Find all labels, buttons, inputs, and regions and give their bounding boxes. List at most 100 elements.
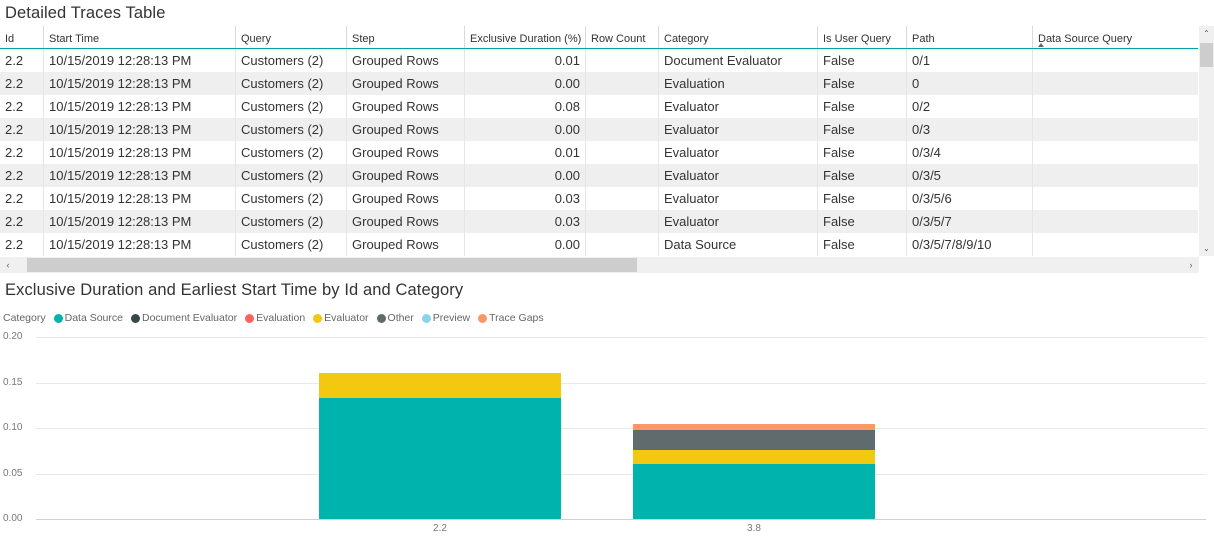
- cell-row_count: [586, 72, 659, 95]
- cell-start_time: 10/15/2019 12:28:13 PM: [44, 72, 236, 95]
- column-header-exclusive-duration[interactable]: Exclusive Duration (%): [465, 26, 586, 49]
- scroll-right-icon[interactable]: ›: [1183, 257, 1199, 273]
- cell-id: 2.2: [0, 210, 44, 233]
- cell-row_count: [586, 95, 659, 118]
- legend-item[interactable]: Other: [377, 312, 414, 324]
- column-header-start-time[interactable]: Start Time: [44, 26, 236, 49]
- column-header-row-count[interactable]: Row Count: [586, 26, 659, 49]
- column-header-label: Category: [664, 33, 709, 45]
- table-header: Id Start Time Query Step Exclusive Durat…: [0, 26, 1214, 49]
- column-header-label: Id: [5, 33, 14, 45]
- cell-id: 2.2: [0, 118, 44, 141]
- column-header-id[interactable]: Id: [0, 26, 44, 49]
- legend-label: Data Source: [65, 312, 123, 324]
- table-row[interactable]: 2.210/15/2019 12:28:13 PMCustomers (2)Gr…: [0, 141, 1214, 164]
- cell-row_count: [586, 49, 659, 73]
- cell-query: Customers (2): [236, 95, 347, 118]
- column-header-query[interactable]: Query: [236, 26, 347, 49]
- column-header-data-source-query[interactable]: Data Source Query: [1033, 26, 1214, 49]
- bar-column[interactable]: [633, 337, 875, 519]
- cell-step: Grouped Rows: [347, 187, 465, 210]
- column-header-label: Step: [352, 33, 375, 45]
- table-row[interactable]: 2.210/15/2019 12:28:13 PMCustomers (2)Gr…: [0, 72, 1214, 95]
- cell-exclusive_duration: 0.08: [465, 95, 586, 118]
- cell-category: Evaluator: [659, 164, 818, 187]
- bar-segment[interactable]: [319, 373, 561, 398]
- cell-data_source_query: [1033, 118, 1214, 141]
- table-body: 2.210/15/2019 12:28:13 PMCustomers (2)Gr…: [0, 49, 1214, 257]
- legend-label: Evaluator: [324, 312, 368, 324]
- column-header-label: Data Source Query: [1038, 33, 1132, 45]
- cell-is_user_query: False: [818, 141, 907, 164]
- column-header-category[interactable]: Category: [659, 26, 818, 49]
- legend-swatch-icon: [478, 314, 487, 323]
- cell-path: 0/2: [907, 95, 1033, 118]
- cell-data_source_query: [1033, 233, 1214, 256]
- cell-category: Evaluator: [659, 95, 818, 118]
- cell-id: 2.2: [0, 141, 44, 164]
- gridline: [36, 337, 1206, 338]
- cell-data_source_query: [1033, 187, 1214, 210]
- table-row[interactable]: 2.210/15/2019 12:28:13 PMCustomers (2)Gr…: [0, 118, 1214, 141]
- table-row[interactable]: 2.210/15/2019 12:28:13 PMCustomers (2)Gr…: [0, 49, 1214, 73]
- cell-exclusive_duration: 0.01: [465, 141, 586, 164]
- legend-item[interactable]: Trace Gaps: [478, 312, 543, 324]
- table-row[interactable]: 2.210/15/2019 12:28:13 PMCustomers (2)Gr…: [0, 164, 1214, 187]
- legend-swatch-icon: [377, 314, 386, 323]
- table-row[interactable]: 2.210/15/2019 12:28:13 PMCustomers (2)Gr…: [0, 210, 1214, 233]
- table-row[interactable]: 2.210/15/2019 12:28:13 PMCustomers (2)Gr…: [0, 187, 1214, 210]
- cell-query: Customers (2): [236, 164, 347, 187]
- bar-segment[interactable]: [633, 430, 875, 450]
- table-horizontal-scrollbar[interactable]: ‹ ›: [0, 257, 1199, 273]
- legend-item[interactable]: Evaluation: [245, 312, 305, 324]
- legend-item[interactable]: Evaluator: [313, 312, 368, 324]
- cell-path: 0/3/4: [907, 141, 1033, 164]
- cell-is_user_query: False: [818, 95, 907, 118]
- bar-segment[interactable]: [633, 424, 875, 430]
- cell-id: 2.2: [0, 72, 44, 95]
- cell-start_time: 10/15/2019 12:28:13 PM: [44, 187, 236, 210]
- cell-exclusive_duration: 0.00: [465, 118, 586, 141]
- cell-category: Evaluator: [659, 141, 818, 164]
- table-vertical-scrollbar[interactable]: ⌃ ⌄: [1198, 26, 1214, 256]
- cell-row_count: [586, 164, 659, 187]
- cell-id: 2.2: [0, 49, 44, 73]
- cell-id: 2.2: [0, 164, 44, 187]
- table-row[interactable]: 2.210/15/2019 12:28:13 PMCustomers (2)Gr…: [0, 95, 1214, 118]
- cell-start_time: 10/15/2019 12:28:13 PM: [44, 118, 236, 141]
- legend-label: Preview: [433, 312, 470, 324]
- legend-item[interactable]: Preview: [422, 312, 470, 324]
- cell-is_user_query: False: [818, 233, 907, 256]
- legend-swatch-icon: [131, 314, 140, 323]
- cell-exclusive_duration: 0.03: [465, 187, 586, 210]
- legend-item[interactable]: Data Source: [54, 312, 123, 324]
- cell-id: 2.2: [0, 233, 44, 256]
- cell-category: Evaluator: [659, 187, 818, 210]
- bar-segment[interactable]: [319, 398, 561, 519]
- traces-table-container[interactable]: Id Start Time Query Step Exclusive Durat…: [0, 26, 1214, 256]
- legend-items: Data Source Document Evaluator Evaluation E…: [54, 312, 552, 324]
- legend-item[interactable]: Document Evaluator: [131, 312, 237, 324]
- scroll-down-icon[interactable]: ⌄: [1199, 241, 1214, 256]
- cell-query: Customers (2): [236, 233, 347, 256]
- legend-label: Other: [388, 312, 414, 324]
- bar-segment[interactable]: [633, 464, 875, 519]
- scroll-up-icon[interactable]: ⌃: [1199, 26, 1214, 41]
- cell-query: Customers (2): [236, 49, 347, 73]
- column-header-step[interactable]: Step: [347, 26, 465, 49]
- cell-path: 0/3/5/7/8/9/10: [907, 233, 1033, 256]
- bar-segment[interactable]: [633, 450, 875, 464]
- column-header-is-user-query[interactable]: Is User Query: [818, 26, 907, 49]
- horizontal-scrollbar-thumb[interactable]: [27, 258, 637, 272]
- cell-category: Document Evaluator: [659, 49, 818, 73]
- scroll-left-icon[interactable]: ‹: [0, 257, 16, 273]
- bar-column[interactable]: [319, 337, 561, 519]
- cell-category: Evaluator: [659, 210, 818, 233]
- vertical-scrollbar-thumb[interactable]: [1200, 43, 1213, 67]
- table-row[interactable]: 2.210/15/2019 12:28:13 PMCustomers (2)Gr…: [0, 233, 1214, 256]
- column-header-path[interactable]: Path: [907, 26, 1033, 49]
- cell-data_source_query: [1033, 141, 1214, 164]
- cell-row_count: [586, 210, 659, 233]
- cell-data_source_query: [1033, 164, 1214, 187]
- cell-step: Grouped Rows: [347, 164, 465, 187]
